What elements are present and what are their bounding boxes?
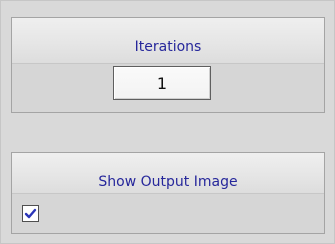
iterations-label: Iterations bbox=[134, 39, 202, 55]
show-output-image-label: Show Output Image bbox=[98, 174, 238, 190]
show-output-image-checkbox[interactable] bbox=[22, 205, 39, 222]
output-image-group: Show Output Image bbox=[11, 152, 325, 234]
check-icon bbox=[24, 208, 37, 219]
iterations-input[interactable] bbox=[113, 66, 211, 100]
settings-panel: Iterations Show Output Image bbox=[0, 0, 335, 244]
iterations-group: Iterations bbox=[11, 17, 325, 113]
